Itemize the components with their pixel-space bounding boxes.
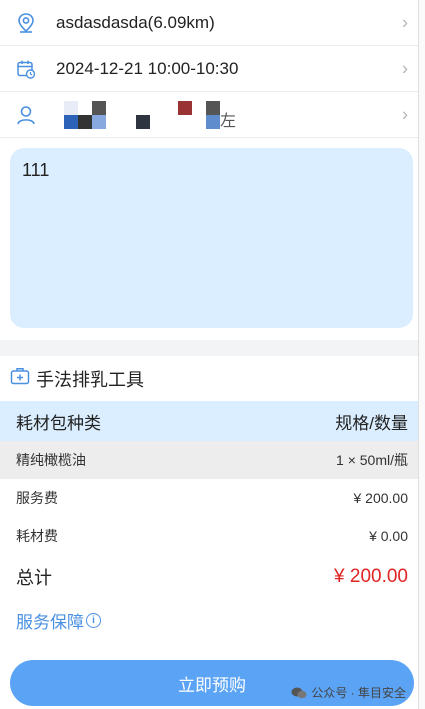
material-fee-value: ¥ 0.00 — [369, 528, 408, 544]
scrollbar[interactable] — [418, 0, 425, 709]
info-block: asdasdasda(6.09km) › 2024-12-21 10:00-10… — [0, 0, 418, 138]
contact-row[interactable]: 左 › — [0, 92, 418, 138]
chevron-right-icon: › — [402, 12, 408, 32]
material-fee-label: 耗材费 — [16, 528, 58, 544]
datetime-row[interactable]: 2024-12-21 10:00-10:30 › — [0, 46, 418, 92]
total-row: 总计 ¥ 200.00 — [0, 555, 418, 599]
col-type-header: 耗材包种类 — [16, 413, 101, 433]
material-fee-row: 耗材费 ¥ 0.00 — [0, 517, 418, 555]
tools-title: 手法排乳工具 — [36, 369, 144, 390]
tools-header: 手法排乳工具 — [0, 356, 418, 401]
total-value: ¥ 200.00 — [334, 566, 408, 587]
service-fee-label: 服务费 — [16, 490, 58, 506]
watermark-text: 公众号 · 隼目安全 — [311, 686, 406, 700]
guarantee-label: 服务保障 — [16, 612, 84, 632]
address-row[interactable]: asdasdasda(6.09km) › — [0, 0, 418, 46]
total-label: 总计 — [16, 568, 52, 588]
table-row: 精纯橄榄油 1 × 50ml/瓶 — [0, 441, 418, 479]
chevron-right-icon: › — [402, 58, 408, 78]
note-section: 111 — [0, 138, 418, 340]
note-text: 111 — [22, 160, 50, 180]
chevron-right-icon: › — [402, 104, 408, 124]
service-fee-row: 服务费 ¥ 200.00 — [0, 479, 418, 517]
info-icon[interactable]: i — [86, 612, 101, 628]
service-guarantee-link[interactable]: 服务保障 i — [0, 599, 418, 641]
item-name: 精纯橄榄油 — [16, 452, 86, 468]
bottom-bar: 立即预购 公众号 · 隼目安全 — [0, 656, 418, 709]
location-pin-icon — [16, 12, 36, 33]
redacted-contact-mosaic: 左 — [56, 99, 246, 131]
address-text: asdasdasda(6.09km) — [56, 12, 215, 32]
booking-page: asdasdasda(6.09km) › 2024-12-21 10:00-10… — [0, 0, 425, 709]
wechat-icon — [291, 687, 307, 699]
calendar-clock-icon — [16, 59, 36, 79]
contact-partial-text: 左 — [220, 112, 237, 130]
datetime-text: 2024-12-21 10:00-10:30 — [56, 58, 239, 78]
note-textarea[interactable]: 111 — [10, 148, 413, 328]
table-header: 耗材包种类 规格/数量 — [0, 401, 418, 441]
watermark: 公众号 · 隼目安全 — [291, 684, 406, 701]
item-spec: 1 × 50ml/瓶 — [336, 452, 408, 468]
medical-kit-icon — [10, 367, 30, 390]
service-fee-value: ¥ 200.00 — [353, 490, 409, 506]
tools-section: 手法排乳工具 耗材包种类 规格/数量 精纯橄榄油 1 × 50ml/瓶 服务费 … — [0, 356, 418, 656]
person-icon — [16, 105, 36, 125]
col-spec-header: 规格/数量 — [335, 413, 408, 433]
